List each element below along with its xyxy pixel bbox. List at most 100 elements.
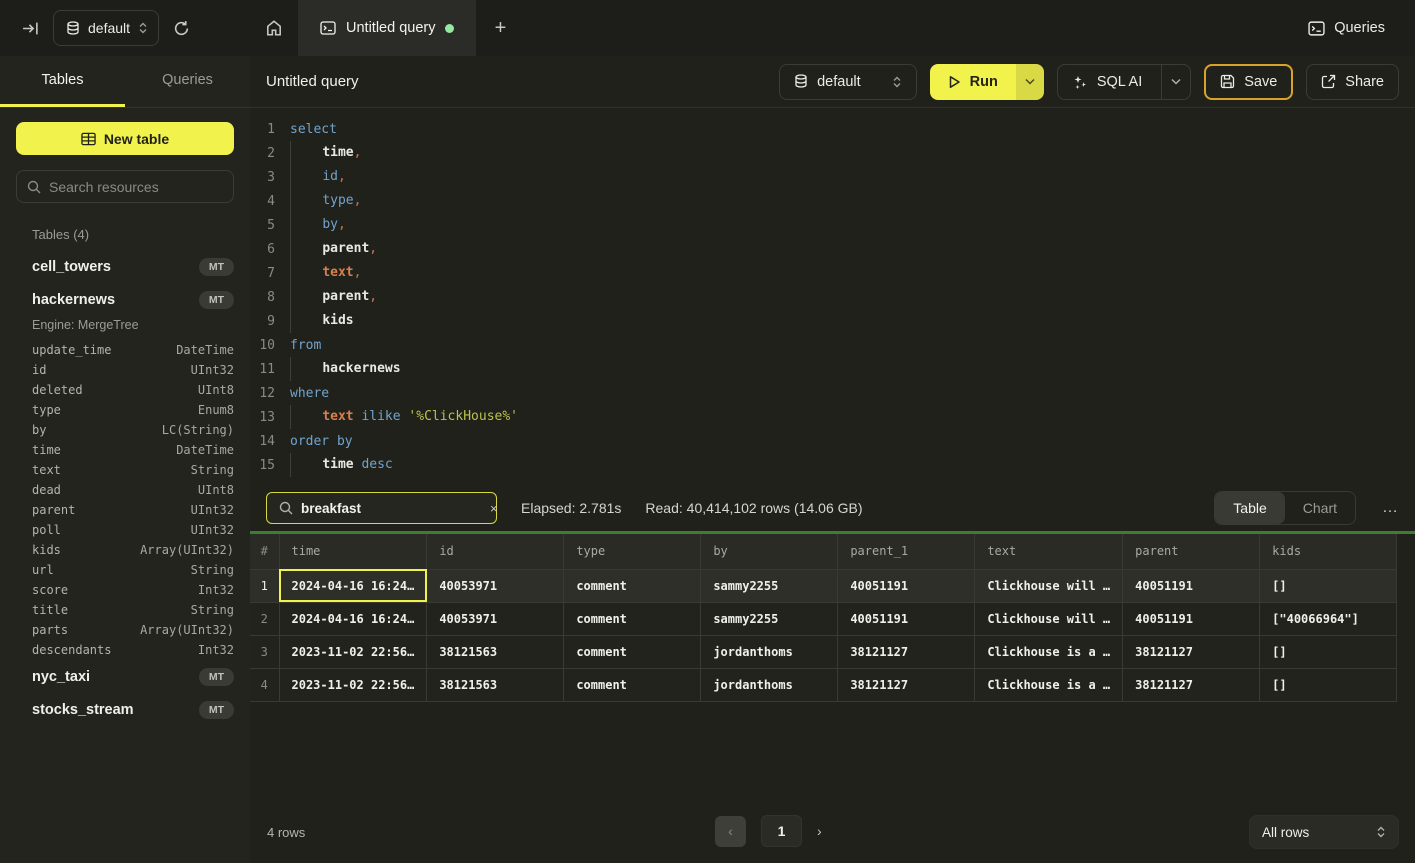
results-search-input[interactable] xyxy=(301,501,482,516)
sql-editor[interactable]: 1select2 time,3 id,4 type,5 by,6 parent,… xyxy=(250,108,1415,485)
save-icon xyxy=(1220,74,1235,89)
next-page-button[interactable]: › xyxy=(817,823,822,839)
table-cell[interactable]: Clickhouse will … xyxy=(975,569,1123,602)
column-name: type xyxy=(32,403,61,417)
share-button[interactable]: Share xyxy=(1306,64,1399,100)
table-item-hackernews[interactable]: hackernewsMT xyxy=(0,283,250,316)
prev-page-button[interactable]: ‹ xyxy=(715,816,746,847)
table-cell[interactable]: 40051191 xyxy=(838,602,975,635)
table-cell[interactable]: 2023-11-02 22:56… xyxy=(279,668,427,701)
tab-strip: Untitled query + xyxy=(250,0,524,56)
view-toggle-chart[interactable]: Chart xyxy=(1285,492,1355,524)
code-text: kids xyxy=(290,309,354,333)
table-cell[interactable]: 38121127 xyxy=(838,635,975,668)
column-type: DateTime xyxy=(176,343,234,357)
table-cell[interactable]: [] xyxy=(1260,668,1397,701)
table-cell[interactable]: 2023-11-02 22:56… xyxy=(279,635,427,668)
table-cell[interactable]: 38121127 xyxy=(1123,668,1260,701)
table-cell[interactable]: 40053971 xyxy=(427,569,564,602)
run-options-dropdown[interactable] xyxy=(1016,64,1044,100)
refresh-icon[interactable] xyxy=(173,20,190,37)
code-line: 15 time desc xyxy=(250,453,1415,477)
home-icon[interactable] xyxy=(250,0,298,56)
table-cell[interactable]: [] xyxy=(1260,635,1397,668)
table-cell[interactable]: 40053971 xyxy=(427,602,564,635)
table-cell[interactable]: comment xyxy=(564,569,701,602)
column-header-id[interactable]: id xyxy=(427,534,564,569)
column-header-kids[interactable]: kids xyxy=(1260,534,1397,569)
code-text: where xyxy=(290,386,329,401)
table-cell[interactable]: comment xyxy=(564,602,701,635)
share-label: Share xyxy=(1345,74,1384,90)
column-name: parts xyxy=(32,623,68,637)
tab-untitled-query[interactable]: Untitled query xyxy=(298,0,476,56)
table-cell[interactable]: [] xyxy=(1260,569,1397,602)
sidebar-search-input[interactable] xyxy=(49,179,230,195)
column-item: titleString xyxy=(0,600,250,620)
table-cell[interactable]: 2024-04-16 16:24… xyxy=(279,602,427,635)
column-header-by[interactable]: by xyxy=(701,534,838,569)
table-cell[interactable]: comment xyxy=(564,635,701,668)
code-text: text ilike '%ClickHouse%' xyxy=(290,405,518,429)
column-name: time xyxy=(32,443,61,457)
line-number: 14 xyxy=(250,434,290,449)
table-cell[interactable]: 38121127 xyxy=(838,668,975,701)
column-type: UInt8 xyxy=(198,483,234,497)
table-item-stocks_stream[interactable]: stocks_streamMT xyxy=(0,693,250,726)
column-name: url xyxy=(32,563,54,577)
table-item-cell_towers[interactable]: cell_towersMT xyxy=(0,250,250,283)
column-name: parent xyxy=(32,503,75,517)
table-cell[interactable]: jordanthoms xyxy=(701,668,838,701)
column-item: textString xyxy=(0,460,250,480)
column-item: deletedUInt8 xyxy=(0,380,250,400)
column-header-parent[interactable]: parent xyxy=(1123,534,1260,569)
sidebar-tab-queries[interactable]: Queries xyxy=(125,56,250,107)
toolbar-database-selector[interactable]: default xyxy=(779,64,917,100)
current-page[interactable]: 1 xyxy=(761,815,802,847)
table-cell[interactable]: 2024-04-16 16:24… xyxy=(279,569,427,602)
page-size-selector[interactable]: All rows xyxy=(1249,815,1399,849)
sidebar-collapse-icon[interactable] xyxy=(22,20,39,37)
table-cell[interactable]: Clickhouse is a … xyxy=(975,635,1123,668)
sidebar-tab-tables[interactable]: Tables xyxy=(0,56,125,107)
table-cell[interactable]: jordanthoms xyxy=(701,635,838,668)
run-button[interactable]: Run xyxy=(930,64,1016,100)
table-cell[interactable]: 38121127 xyxy=(1123,635,1260,668)
column-header-text[interactable]: text xyxy=(975,534,1123,569)
view-toggle-table[interactable]: Table xyxy=(1215,492,1284,524)
table-cell[interactable]: sammy2255 xyxy=(701,569,838,602)
column-type: Int32 xyxy=(198,643,234,657)
column-header-parent_1[interactable]: parent_1 xyxy=(838,534,975,569)
column-item: deadUInt8 xyxy=(0,480,250,500)
clear-search-icon[interactable]: × xyxy=(490,501,498,516)
table-item-nyc_taxi[interactable]: nyc_taxiMT xyxy=(0,660,250,693)
table-cell[interactable]: 40051191 xyxy=(1123,602,1260,635)
engine-label: Engine: MergeTree xyxy=(0,316,250,340)
column-item: timeDateTime xyxy=(0,440,250,460)
more-options-icon[interactable]: … xyxy=(1382,499,1399,517)
table-cell[interactable]: sammy2255 xyxy=(701,602,838,635)
column-header-type[interactable]: type xyxy=(564,534,701,569)
table-cell[interactable]: Clickhouse will … xyxy=(975,602,1123,635)
table-cell[interactable]: 38121563 xyxy=(427,635,564,668)
table-cell[interactable]: 40051191 xyxy=(838,569,975,602)
column-header-#[interactable]: # xyxy=(250,534,279,569)
results-toolbar: × Elapsed: 2.781s Read: 40,414,102 rows … xyxy=(250,485,1415,531)
table-cell[interactable]: comment xyxy=(564,668,701,701)
save-button[interactable]: Save xyxy=(1204,64,1293,100)
table-cell[interactable]: 38121563 xyxy=(427,668,564,701)
table-cell[interactable]: ["40066964"] xyxy=(1260,602,1397,635)
sql-ai-button[interactable]: SQL AI xyxy=(1057,64,1191,100)
line-number: 1 xyxy=(250,122,290,137)
queries-button[interactable]: Queries xyxy=(1308,20,1385,36)
new-tab-button[interactable]: + xyxy=(476,0,524,56)
new-table-button[interactable]: New table xyxy=(16,122,234,155)
table-cell[interactable]: 40051191 xyxy=(1123,569,1260,602)
sql-ai-dropdown[interactable] xyxy=(1161,65,1190,99)
table-cell[interactable]: Clickhouse is a … xyxy=(975,668,1123,701)
top-bar-right: Queries xyxy=(1308,0,1415,56)
query-toolbar: Untitled query default Run xyxy=(250,56,1415,108)
column-header-time[interactable]: time xyxy=(279,534,427,569)
topbar-database-selector[interactable]: default xyxy=(53,10,159,46)
search-icon xyxy=(279,501,293,515)
